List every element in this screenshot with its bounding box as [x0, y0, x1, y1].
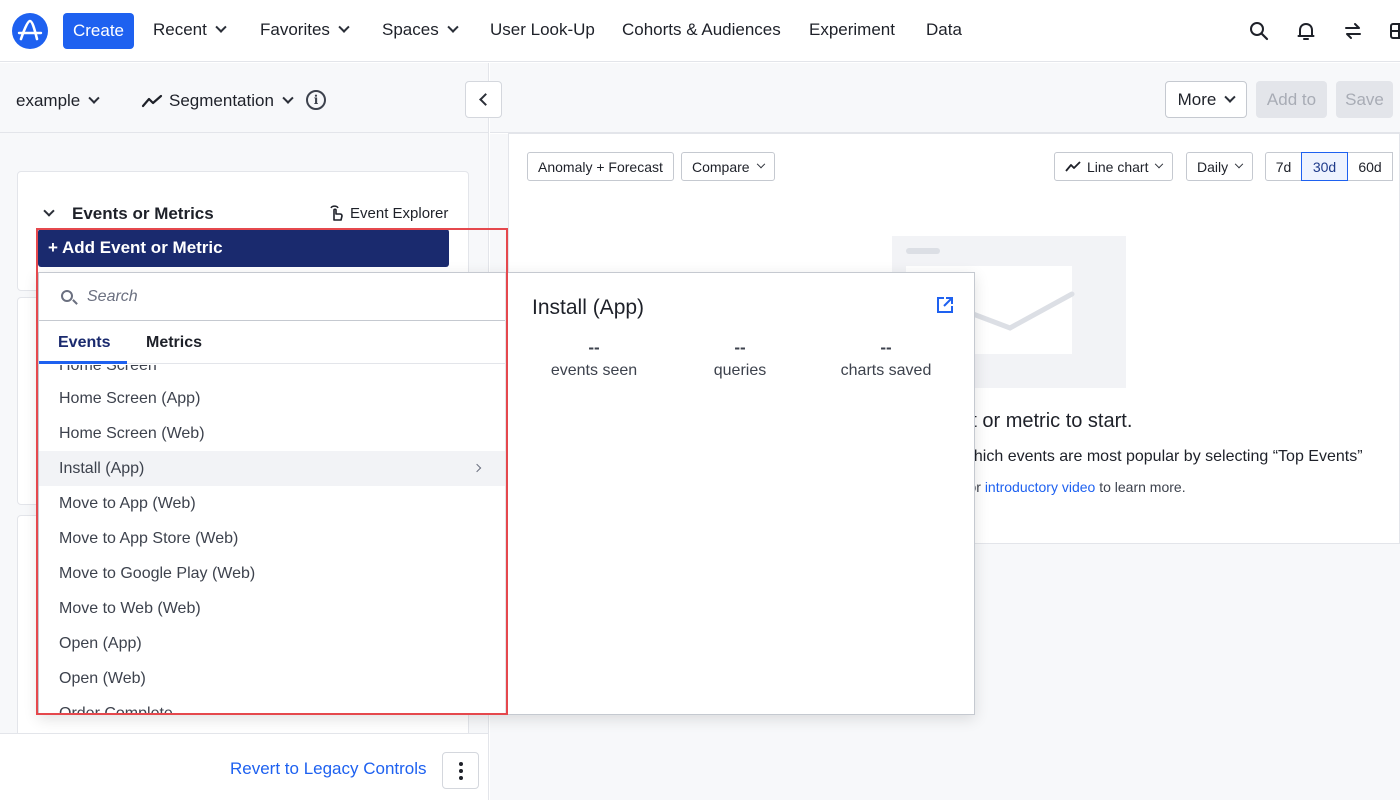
event-explorer-button[interactable]: Event Explorer — [328, 204, 448, 222]
stat-value: -- — [734, 338, 746, 357]
list-item[interactable]: Move to Web (Web) — [39, 591, 505, 626]
range-60d[interactable]: 60d — [1347, 152, 1393, 181]
nav-favorites[interactable]: Favorites — [260, 20, 350, 40]
stat-value: -- — [880, 338, 892, 357]
list-item[interactable]: Move to App (Web) — [39, 486, 505, 521]
nav-spaces-label: Spaces — [382, 20, 439, 39]
revert-legacy-link[interactable]: Revert to Legacy Controls — [230, 759, 427, 779]
tab-events[interactable]: Events — [58, 334, 110, 352]
event-list: Home Screen Home Screen (App) Home Scree… — [39, 365, 505, 715]
list-item-hovered[interactable]: Install (App) — [39, 451, 505, 486]
bell-icon[interactable] — [1295, 20, 1317, 42]
event-detail-title: Install (App) — [532, 296, 645, 319]
nav-cohorts[interactable]: Cohorts & Audiences — [622, 20, 781, 40]
open-external-icon[interactable] — [935, 295, 955, 320]
nav-experiment[interactable]: Experiment — [809, 20, 895, 40]
info-icon[interactable]: i — [306, 90, 326, 110]
chevron-right-icon — [472, 463, 482, 473]
tab-metrics[interactable]: Metrics — [146, 334, 202, 352]
chevron-left-icon — [479, 93, 492, 106]
add-to-button[interactable]: Add to — [1256, 81, 1327, 118]
chart-type-selector[interactable]: Segmentation — [141, 91, 294, 111]
chevron-down-icon — [88, 92, 100, 104]
segmentation-icon — [141, 94, 163, 108]
nav-recent[interactable]: Recent — [153, 20, 227, 40]
stat-charts-saved: -- charts saved — [821, 338, 951, 380]
interval-label: Daily — [1197, 158, 1229, 175]
stat-value: -- — [588, 338, 600, 357]
switch-icon[interactable] — [1342, 20, 1364, 42]
pointer-icon — [330, 205, 343, 221]
list-item-label: Install (App) — [59, 459, 145, 477]
chart-header: More Add to Save — [490, 63, 1400, 133]
dataset-label: example — [16, 91, 81, 110]
stat-queries: -- queries — [675, 338, 805, 380]
list-item[interactable]: Open (Web) — [39, 661, 505, 696]
more-label: More — [1177, 89, 1217, 109]
collapse-panel-button[interactable] — [465, 81, 502, 118]
chevron-down-icon — [282, 92, 294, 104]
dataset-selector[interactable]: example — [16, 91, 100, 111]
chevron-down-icon — [215, 21, 227, 33]
nav-spaces[interactable]: Spaces — [382, 20, 459, 40]
range-30d[interactable]: 30d — [1301, 152, 1348, 181]
event-picker-dropdown: Search Events Metrics Home Screen Home S… — [38, 272, 975, 715]
empty-state-links: on or introductory video to learn more. — [949, 479, 1186, 495]
search-input[interactable]: Search — [87, 288, 138, 306]
amplitude-logo[interactable] — [12, 13, 48, 49]
anomaly-forecast-button[interactable]: Anomaly + Forecast — [527, 152, 674, 181]
chart-kind-label: Line chart — [1087, 158, 1149, 175]
list-item[interactable]: Open (App) — [39, 626, 505, 661]
list-item[interactable]: Order Complete — [39, 696, 505, 715]
create-button[interactable]: Create — [63, 13, 134, 49]
line-chart-icon — [1065, 160, 1081, 172]
event-explorer-label: Event Explorer — [350, 204, 449, 222]
event-picker-tabs: Events Metrics — [39, 321, 505, 364]
events-card-title: Events or Metrics — [72, 204, 214, 223]
active-tab-indicator — [39, 361, 127, 364]
stat-label: queries — [713, 362, 767, 379]
list-item[interactable]: Move to Google Play (Web) — [39, 556, 505, 591]
chart-type-label: Segmentation — [169, 91, 274, 110]
stat-events-seen: -- events seen — [529, 338, 659, 380]
chevron-down-icon[interactable] — [43, 205, 55, 217]
event-list-pane: Search Events Metrics Home Screen Home S… — [39, 273, 506, 714]
chevron-down-icon — [1224, 91, 1237, 103]
list-item[interactable]: Move to App Store (Web) — [39, 521, 505, 556]
grid-icon[interactable] — [1388, 20, 1400, 42]
range-7d[interactable]: 7d — [1265, 152, 1302, 181]
nav-recent-label: Recent — [153, 20, 207, 39]
stat-label: events seen — [550, 362, 638, 379]
nav-favorites-label: Favorites — [260, 20, 330, 39]
chevron-down-icon — [1155, 159, 1164, 168]
save-button[interactable]: Save — [1336, 81, 1393, 118]
chevron-down-icon — [338, 21, 350, 33]
empty-state-title: ent or metric to start. — [949, 410, 1133, 432]
chevron-down-icon — [447, 21, 459, 33]
chart-kind-dropdown[interactable]: Line chart — [1054, 152, 1174, 181]
chevron-down-icon — [756, 159, 765, 168]
learn-more-text: to learn more. — [1095, 479, 1186, 495]
more-button[interactable]: More — [1165, 81, 1247, 118]
list-item[interactable]: Home Screen (App) — [39, 381, 505, 416]
more-options-button[interactable] — [442, 752, 479, 789]
compare-dropdown[interactable]: Compare — [681, 152, 775, 181]
add-event-button[interactable]: + Add Event or Metric — [38, 229, 449, 267]
nav-data[interactable]: Data — [926, 20, 962, 40]
top-nav: Create Recent Favorites Spaces User Look… — [0, 0, 1400, 62]
query-panel-header: example Segmentation i — [0, 63, 488, 133]
event-search[interactable]: Search — [39, 273, 505, 321]
list-item[interactable]: Home Screen (Web) — [39, 416, 505, 451]
search-icon — [61, 290, 73, 302]
search-icon[interactable] — [1248, 20, 1270, 42]
compare-label: Compare — [692, 158, 750, 175]
nav-user-lookup[interactable]: User Look-Up — [490, 20, 595, 40]
intro-video-link[interactable]: introductory video — [985, 479, 1096, 495]
event-detail-pane: Install (App) -- events seen -- queries … — [507, 273, 974, 714]
stat-label: charts saved — [840, 362, 932, 379]
chevron-down-icon — [1234, 159, 1244, 168]
interval-dropdown[interactable]: Daily — [1186, 152, 1254, 181]
empty-state-subtitle: e which events are most popular by selec… — [949, 448, 1363, 465]
query-panel-footer: Revert to Legacy Controls — [0, 733, 488, 800]
